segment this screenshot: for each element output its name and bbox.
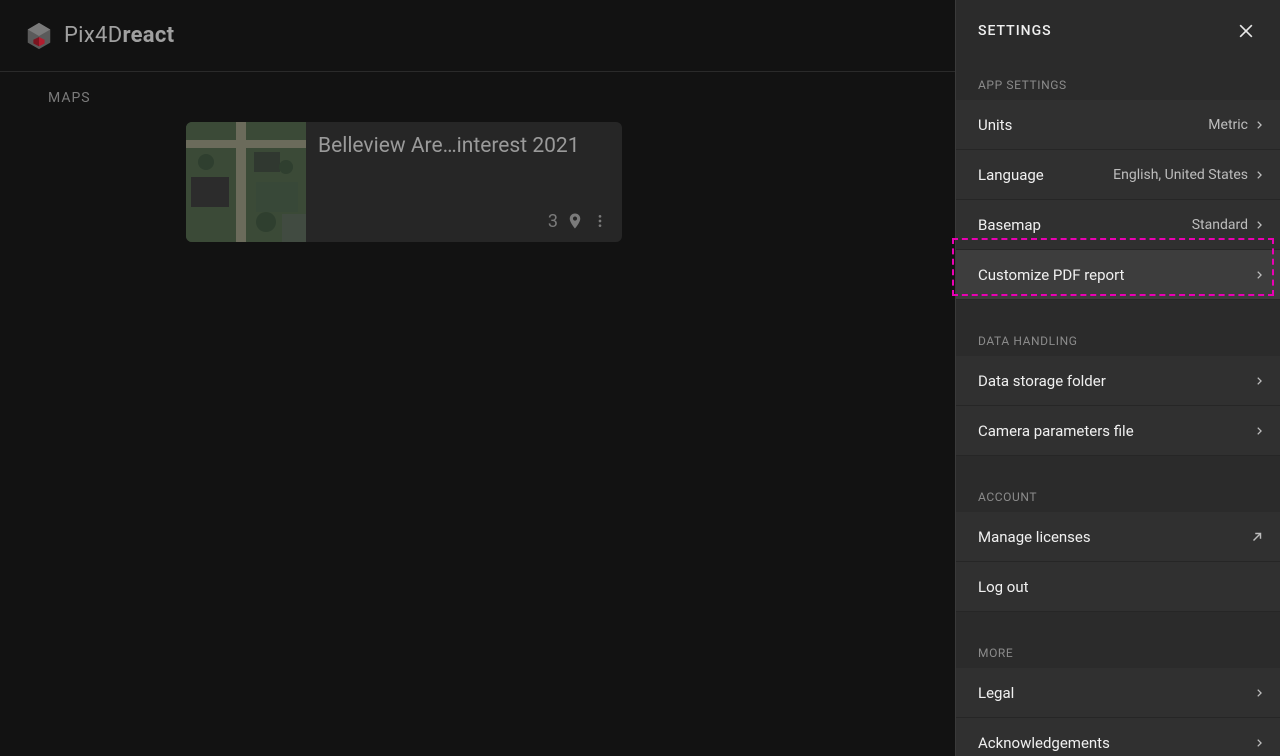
settings-row-legal[interactable]: Legal bbox=[956, 668, 1280, 718]
licenses-label: Manage licenses bbox=[978, 528, 1091, 546]
settings-row-units[interactable]: Units Metric bbox=[956, 100, 1280, 150]
logo-icon bbox=[24, 21, 54, 51]
map-card-body: Belleview Are…interest 2021 3 bbox=[306, 122, 622, 242]
storage-label: Data storage folder bbox=[978, 372, 1106, 390]
pdf-report-label: Customize PDF report bbox=[978, 266, 1124, 284]
brand-suffix: react bbox=[122, 23, 174, 48]
section-header-account: ACCOUNT bbox=[956, 474, 1280, 512]
more-vert-icon[interactable] bbox=[592, 211, 608, 231]
map-card-footer: 3 bbox=[318, 210, 608, 232]
logout-label: Log out bbox=[978, 578, 1029, 596]
settings-row-storage[interactable]: Data storage folder bbox=[956, 356, 1280, 406]
settings-row-ack[interactable]: Acknowledgements bbox=[956, 718, 1280, 756]
settings-title: SETTINGS bbox=[978, 23, 1052, 39]
map-thumbnail bbox=[186, 122, 306, 242]
units-label: Units bbox=[978, 116, 1012, 134]
settings-row-language[interactable]: Language English, United States bbox=[956, 150, 1280, 200]
settings-group-more: MORE Legal Acknowledgements bbox=[956, 630, 1280, 756]
section-header-data: DATA HANDLING bbox=[956, 318, 1280, 356]
ack-label: Acknowledgements bbox=[978, 734, 1110, 752]
settings-row-licenses[interactable]: Manage licenses bbox=[956, 512, 1280, 562]
close-icon[interactable] bbox=[1234, 19, 1258, 43]
chevron-right-icon bbox=[1254, 686, 1264, 700]
settings-group-data: DATA HANDLING Data storage folder Camera… bbox=[956, 318, 1280, 456]
chevron-right-icon bbox=[1254, 374, 1264, 388]
map-marker-count: 3 bbox=[548, 211, 558, 232]
chevron-right-icon bbox=[1254, 218, 1264, 232]
location-pin-icon bbox=[566, 210, 584, 232]
map-card-title: Belleview Are…interest 2021 bbox=[318, 134, 608, 158]
settings-row-logout[interactable]: Log out bbox=[956, 562, 1280, 612]
settings-panel: SETTINGS APP SETTINGS Units Metric Langu… bbox=[956, 0, 1280, 756]
language-label: Language bbox=[978, 166, 1044, 184]
chevron-right-icon bbox=[1254, 168, 1264, 182]
settings-row-camera-params[interactable]: Camera parameters file bbox=[956, 406, 1280, 456]
language-value: English, United States bbox=[1113, 167, 1248, 183]
basemap-label: Basemap bbox=[978, 216, 1041, 234]
external-link-icon bbox=[1250, 530, 1264, 544]
brand-text: Pix4Dreact bbox=[64, 23, 174, 48]
settings-group-account: ACCOUNT Manage licenses Log out bbox=[956, 474, 1280, 612]
brand-prefix: Pix4D bbox=[64, 23, 122, 48]
chevron-right-icon bbox=[1254, 268, 1264, 282]
tab-maps[interactable]: MAPS bbox=[48, 90, 91, 106]
units-value: Metric bbox=[1208, 117, 1248, 133]
settings-row-pdf-report[interactable]: Customize PDF report bbox=[956, 250, 1280, 300]
section-header-app: APP SETTINGS bbox=[956, 62, 1280, 100]
chevron-right-icon bbox=[1254, 736, 1264, 750]
chevron-right-icon bbox=[1254, 118, 1264, 132]
settings-group-app: APP SETTINGS Units Metric Language Engli… bbox=[956, 62, 1280, 300]
settings-panel-header: SETTINGS bbox=[956, 0, 1280, 62]
chevron-right-icon bbox=[1254, 424, 1264, 438]
map-card[interactable]: Belleview Are…interest 2021 3 bbox=[186, 122, 622, 242]
basemap-value: Standard bbox=[1192, 217, 1248, 233]
settings-row-basemap[interactable]: Basemap Standard bbox=[956, 200, 1280, 250]
section-header-more: MORE bbox=[956, 630, 1280, 668]
legal-label: Legal bbox=[978, 684, 1014, 702]
camera-params-label: Camera parameters file bbox=[978, 422, 1134, 440]
brand-logo: Pix4Dreact bbox=[24, 21, 174, 51]
